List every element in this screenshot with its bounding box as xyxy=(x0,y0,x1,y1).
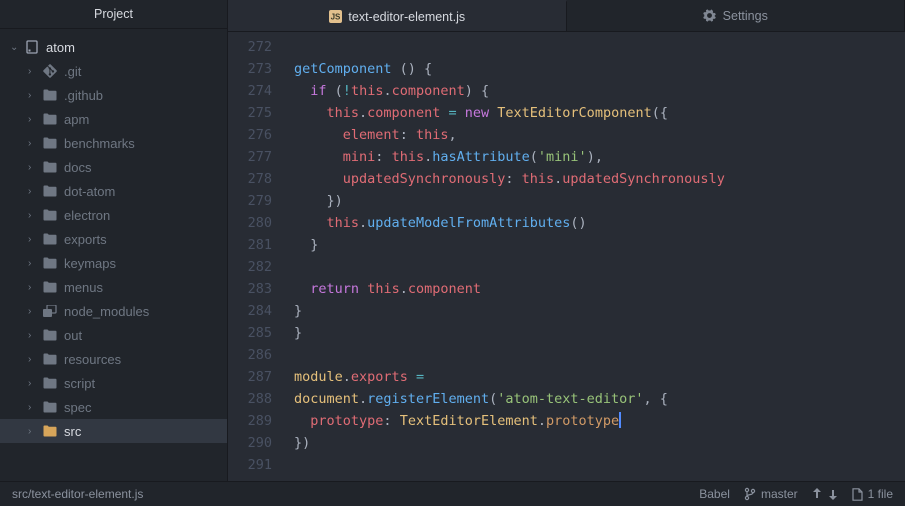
chevron-right-icon: › xyxy=(28,138,38,149)
sidebar-item-label: spec xyxy=(64,400,91,415)
sidebar-item-label: benchmarks xyxy=(64,136,135,151)
sidebar-item-label: electron xyxy=(64,208,110,223)
file-icon xyxy=(852,488,863,501)
chevron-right-icon: › xyxy=(28,426,38,437)
sidebar-item-docs[interactable]: › docs xyxy=(0,155,227,179)
sidebar-item-node-modules[interactable]: › node_modules xyxy=(0,299,227,323)
git-icon xyxy=(42,64,58,78)
folder-icon xyxy=(42,89,58,101)
folder-icon xyxy=(42,137,58,149)
chevron-right-icon: › xyxy=(28,306,38,317)
tree-root[interactable]: ⌄ atom xyxy=(0,35,227,59)
folder-icon xyxy=(42,113,58,125)
code-content[interactable]: getComponent () { if (!this.component) {… xyxy=(284,32,905,481)
sidebar-item--github[interactable]: › .github xyxy=(0,83,227,107)
sidebar-item-label: apm xyxy=(64,112,89,127)
tab-label: Settings xyxy=(723,9,768,23)
sidebar-item-spec[interactable]: › spec xyxy=(0,395,227,419)
chevron-right-icon: › xyxy=(28,330,38,341)
sidebar-item-electron[interactable]: › electron xyxy=(0,203,227,227)
git-branch-icon xyxy=(744,487,756,501)
sidebar-item--git[interactable]: › .git xyxy=(0,59,227,83)
file-tree[interactable]: ⌄ atom › .git › .github › apm › benchmarks › docs… xyxy=(0,29,227,481)
folder-icon xyxy=(42,209,58,221)
status-file-path[interactable]: src/text-editor-element.js xyxy=(12,487,143,501)
chevron-right-icon: › xyxy=(28,186,38,197)
sidebar-item-benchmarks[interactable]: › benchmarks xyxy=(0,131,227,155)
sidebar-item-label: resources xyxy=(64,352,121,367)
folder-icon xyxy=(42,329,58,341)
tab-settings[interactable]: Settings xyxy=(567,0,905,31)
code-editor[interactable]: 2722732742752762772782792802812822832842… xyxy=(228,32,905,481)
folder-icon xyxy=(42,281,58,293)
sidebar-item-resources[interactable]: › resources xyxy=(0,347,227,371)
line-number-gutter: 2722732742752762772782792802812822832842… xyxy=(228,32,284,481)
sidebar-item-keymaps[interactable]: › keymaps xyxy=(0,251,227,275)
chevron-right-icon: › xyxy=(28,114,38,125)
sidebar-item-menus[interactable]: › menus xyxy=(0,275,227,299)
folder-icon xyxy=(42,233,58,245)
tree-root-label: atom xyxy=(46,40,75,55)
tab-text-editor-element[interactable]: JS text-editor-element.js xyxy=(228,0,567,31)
folder-icon xyxy=(42,401,58,413)
gear-icon xyxy=(703,9,717,23)
sidebar-item-script[interactable]: › script xyxy=(0,371,227,395)
sidebar-item-label: script xyxy=(64,376,95,391)
sidebar-item-dot-atom[interactable]: › dot-atom xyxy=(0,179,227,203)
sidebar-item-label: menus xyxy=(64,280,103,295)
chevron-right-icon: › xyxy=(28,234,38,245)
status-grammar[interactable]: Babel xyxy=(699,487,730,501)
sidebar-item-label: node_modules xyxy=(64,304,149,319)
status-branch-name: master xyxy=(761,487,798,501)
sidebar-item-out[interactable]: › out xyxy=(0,323,227,347)
folder-icon xyxy=(42,257,58,269)
chevron-down-icon: ⌄ xyxy=(10,42,20,53)
sidebar-item-label: src xyxy=(64,424,81,439)
chevron-right-icon: › xyxy=(28,354,38,365)
sidebar-item-label: exports xyxy=(64,232,107,247)
svg-text:JS: JS xyxy=(330,13,340,22)
chevron-right-icon: › xyxy=(28,90,38,101)
submodule-icon xyxy=(42,305,58,317)
tab-bar: JS text-editor-element.js Settings xyxy=(228,0,905,32)
chevron-right-icon: › xyxy=(28,402,38,413)
chevron-right-icon: › xyxy=(28,282,38,293)
sidebar-item-label: keymaps xyxy=(64,256,116,271)
folder-icon xyxy=(42,185,58,197)
status-git-branch[interactable]: master xyxy=(744,487,798,501)
js-file-icon: JS xyxy=(328,10,342,24)
sidebar-item-exports[interactable]: › exports xyxy=(0,227,227,251)
sidebar-item-label: .git xyxy=(64,64,81,79)
git-pull-icon[interactable] xyxy=(828,488,838,500)
folder-icon xyxy=(42,353,58,365)
folder-icon xyxy=(42,425,58,437)
chevron-right-icon: › xyxy=(28,162,38,173)
folder-icon xyxy=(42,377,58,389)
project-sidebar: Project ⌄ atom › .git › .github › apm › benchma… xyxy=(0,0,228,481)
git-push-icon[interactable] xyxy=(812,488,822,500)
status-bar: src/text-editor-element.js Babel master … xyxy=(0,481,905,506)
text-cursor xyxy=(619,412,621,428)
chevron-right-icon: › xyxy=(28,210,38,221)
sidebar-item-label: out xyxy=(64,328,82,343)
folder-icon xyxy=(42,161,58,173)
sidebar-item-label: .github xyxy=(64,88,103,103)
tab-label: text-editor-element.js xyxy=(348,10,465,24)
project-panel-heading: Project xyxy=(0,0,227,29)
chevron-right-icon: › xyxy=(28,378,38,389)
sidebar-item-label: docs xyxy=(64,160,91,175)
sidebar-item-src[interactable]: › src xyxy=(0,419,227,443)
chevron-right-icon: › xyxy=(28,66,38,77)
sidebar-item-label: dot-atom xyxy=(64,184,115,199)
repo-icon xyxy=(24,40,40,54)
status-file-count[interactable]: 1 file xyxy=(852,487,893,501)
sidebar-item-apm[interactable]: › apm xyxy=(0,107,227,131)
chevron-right-icon: › xyxy=(28,258,38,269)
